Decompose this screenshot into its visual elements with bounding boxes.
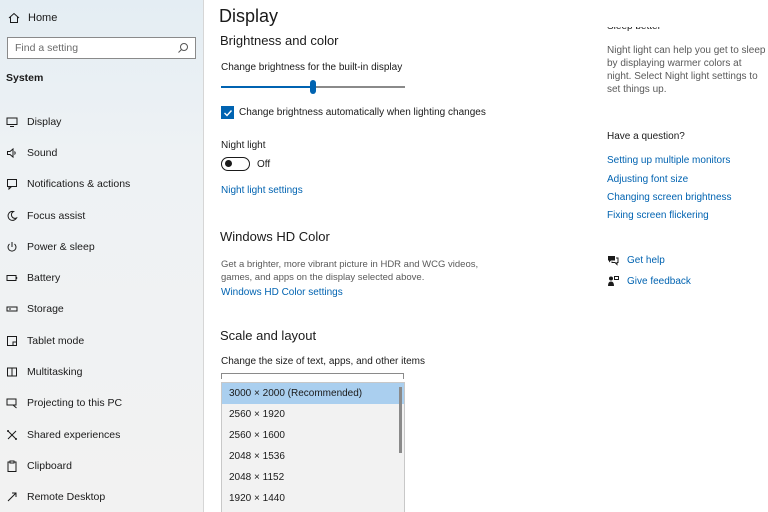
search-icon[interactable] (176, 41, 190, 55)
slider-thumb[interactable] (310, 80, 316, 94)
night-light-toggle[interactable] (221, 157, 250, 171)
feedback-icon (606, 274, 620, 288)
sidebar-item-shared-experiences[interactable]: Shared experiences (0, 419, 204, 450)
sidebar-item-label: Power & sleep (27, 240, 95, 253)
link-multiple-monitors[interactable]: Setting up multiple monitors (607, 155, 730, 166)
speaker-icon (5, 146, 19, 160)
slider-fill (221, 86, 313, 88)
sleep-better-heading: Sleep better (607, 27, 661, 33)
power-icon (5, 240, 19, 254)
get-help-label: Get help (627, 254, 665, 266)
sidebar-item-label: Shared experiences (27, 428, 121, 441)
storage-icon (5, 302, 19, 316)
dropdown-option[interactable]: 2048 × 1536 (222, 446, 404, 467)
home-icon (6, 12, 22, 24)
sidebar-item-sound[interactable]: Sound (0, 137, 204, 168)
give-feedback-label: Give feedback (627, 275, 691, 287)
sidebar-item-label: Remote Desktop (27, 491, 106, 504)
toggle-knob (225, 160, 232, 167)
scale-heading: Scale and layout (220, 328, 317, 343)
tablet-icon (5, 334, 19, 348)
shared-icon (5, 428, 19, 442)
search-placeholder: Find a setting (15, 42, 79, 54)
monitor-icon (5, 115, 19, 129)
search-input[interactable]: Find a setting (7, 37, 196, 59)
clipboard-icon (5, 459, 19, 473)
home-label: Home (28, 12, 58, 24)
help-chat-icon (606, 253, 620, 267)
sidebar-item-storage[interactable]: Storage (0, 294, 204, 325)
sidebar-item-label: Notifications & actions (27, 178, 131, 191)
sidebar-item-notifications[interactable]: Notifications & actions (0, 169, 204, 200)
sidebar-item-focus-assist[interactable]: Focus assist (0, 200, 204, 231)
dropdown-option[interactable]: 2048 × 1152 (222, 467, 404, 488)
sidebar-item-remote-desktop[interactable]: Remote Desktop (0, 482, 204, 512)
remote-icon (5, 490, 19, 504)
page-title: Display (219, 6, 279, 26)
resolution-dropdown-list[interactable]: 3000 × 2000 (Recommended) 2560 × 1920 25… (221, 382, 405, 512)
night-light-state: Off (257, 159, 271, 170)
sidebar-item-label: Focus assist (27, 209, 86, 222)
sidebar-item-power-sleep[interactable]: Power & sleep (0, 231, 204, 262)
sidebar-item-label: Storage (27, 303, 64, 316)
sidebar-item-label: Tablet mode (27, 334, 85, 347)
home-button[interactable]: Home (6, 9, 57, 27)
sidebar-item-multitasking[interactable]: Multitasking (0, 356, 204, 387)
brightness-heading: Brightness and color (220, 33, 339, 48)
night-light-label: Night light (221, 140, 266, 151)
notification-icon (5, 177, 19, 191)
sidebar-item-tablet-mode[interactable]: Tablet mode (0, 325, 204, 356)
dropdown-option[interactable]: 3000 × 2000 (Recommended) (222, 383, 404, 404)
sidebar-item-clipboard[interactable]: Clipboard (0, 450, 204, 481)
nav-list: Display Sound Notifications & actions Fo… (0, 106, 204, 512)
auto-brightness-checkbox[interactable] (221, 106, 234, 119)
moon-icon (5, 209, 19, 223)
resolution-dropdown[interactable] (221, 373, 404, 379)
link-screen-flickering[interactable]: Fixing screen flickering (607, 210, 709, 221)
battery-icon (5, 271, 19, 285)
sidebar-item-label: Display (27, 115, 62, 128)
sidebar-item-label: Projecting to this PC (27, 397, 123, 410)
sidebar-item-battery[interactable]: Battery (0, 262, 204, 293)
link-font-size[interactable]: Adjusting font size (607, 174, 688, 185)
related-panel: Sleep better Night light can help you ge… (600, 0, 768, 512)
sidebar-item-label: Clipboard (27, 459, 72, 472)
main-content: Display Brightness and color Change brig… (205, 0, 585, 512)
checkmark-icon (223, 109, 232, 117)
link-screen-brightness[interactable]: Changing screen brightness (607, 192, 732, 203)
night-light-settings-link[interactable]: Night light settings (221, 185, 303, 196)
dropdown-option[interactable]: 2560 × 1920 (222, 404, 404, 425)
brightness-slider[interactable] (221, 80, 405, 94)
slider-track (313, 86, 405, 88)
dropdown-scrollbar[interactable] (399, 387, 402, 453)
hdr-description: Get a brighter, more vibrant picture in … (221, 259, 479, 283)
projector-icon (5, 396, 19, 410)
multitasking-icon (5, 365, 19, 379)
get-help-link[interactable]: Get help (606, 253, 665, 267)
dropdown-option[interactable]: 2560 × 1600 (222, 425, 404, 446)
night-light-tip: Night light can help you get to sleep by… (607, 45, 766, 95)
hdr-settings-link[interactable]: Windows HD Color settings (221, 287, 343, 298)
brightness-label: Change brightness for the built-in displ… (221, 62, 403, 73)
auto-brightness-label: Change brightness automatically when lig… (239, 107, 486, 118)
section-title: System (6, 72, 44, 84)
sidebar: Home Find a setting System Display Sound… (0, 0, 204, 512)
scale-label: Change the size of text, apps, and other… (221, 356, 426, 367)
sidebar-item-label: Sound (27, 146, 58, 159)
hdr-heading: Windows HD Color (220, 229, 330, 244)
give-feedback-link[interactable]: Give feedback (606, 274, 691, 288)
sidebar-item-label: Battery (27, 272, 61, 285)
question-heading: Have a question? (607, 131, 685, 142)
dropdown-option[interactable]: 1920 × 1440 (222, 488, 404, 509)
sidebar-item-display[interactable]: Display (0, 106, 204, 137)
sidebar-item-projecting[interactable]: Projecting to this PC (0, 388, 204, 419)
sidebar-item-label: Multitasking (27, 366, 83, 379)
